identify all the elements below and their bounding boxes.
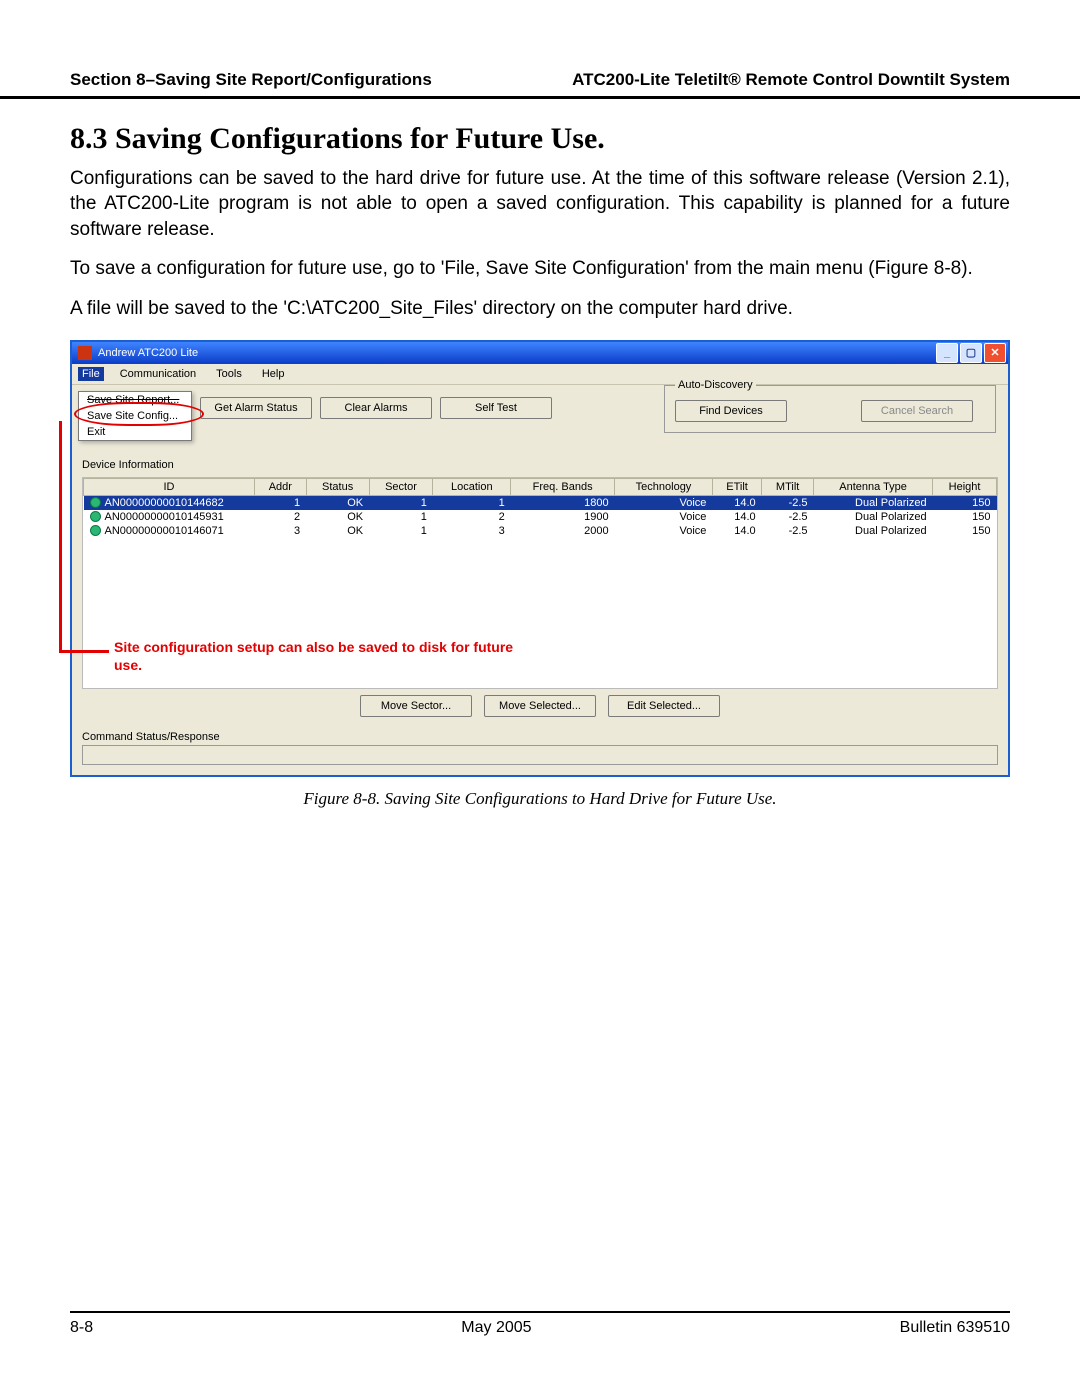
section-body: 8.3 Saving Configurations for Future Use… xyxy=(0,99,1080,322)
clear-alarms-button[interactable]: Clear Alarms xyxy=(320,397,432,419)
page-header-left: Section 8–Saving Site Report/Configurati… xyxy=(70,70,432,90)
section-paragraph-3: A file will be saved to the 'C:\ATC200_S… xyxy=(70,296,1010,322)
file-dropdown: Save Site Report... Save Site Config... … xyxy=(78,391,192,441)
section-heading: 8.3 Saving Configurations for Future Use… xyxy=(70,119,1010,160)
table-header-row: ID Addr Status Sector Location Freq. Ban… xyxy=(84,478,997,495)
menu-item-save-site-report[interactable]: Save Site Report... xyxy=(79,392,191,408)
menu-item-save-site-config[interactable]: Save Site Config... xyxy=(79,408,191,424)
section-paragraph-1: Configurations can be saved to the hard … xyxy=(70,166,1010,243)
command-row: Move Sector... Move Selected... Edit Sel… xyxy=(72,689,1008,731)
figure-caption: Figure 8-8. Saving Site Configurations t… xyxy=(70,789,1010,809)
annotation-horizontal-line xyxy=(59,650,109,653)
self-test-button[interactable]: Self Test xyxy=(440,397,552,419)
col-antenna-type[interactable]: Antenna Type xyxy=(814,478,933,495)
annotation-vertical-line xyxy=(59,421,62,653)
page-header: Section 8–Saving Site Report/Configurati… xyxy=(0,70,1080,99)
toolbar-left: Save Site Report... Save Site Config... … xyxy=(78,391,650,419)
close-button[interactable]: ✕ xyxy=(984,343,1006,363)
col-addr[interactable]: Addr xyxy=(255,478,307,495)
table-row[interactable]: AN000000000101446821OK111800Voice14.0-2.… xyxy=(84,495,997,510)
get-alarm-status-button[interactable]: Get Alarm Status xyxy=(200,397,312,419)
command-status-label: Command Status/Response xyxy=(82,731,998,743)
menu-item-exit[interactable]: Exit xyxy=(79,424,191,440)
col-etilt[interactable]: ETilt xyxy=(712,478,761,495)
cancel-search-button[interactable]: Cancel Search xyxy=(861,400,973,422)
section-paragraph-2: To save a configuration for future use, … xyxy=(70,256,1010,282)
menu-tools[interactable]: Tools xyxy=(212,367,246,381)
auto-discovery-legend: Auto-Discovery xyxy=(675,379,756,391)
titlebar[interactable]: Andrew ATC200 Lite _ ▢ ✕ xyxy=(72,342,1008,364)
find-devices-button[interactable]: Find Devices xyxy=(675,400,787,422)
minimize-button[interactable]: _ xyxy=(936,343,958,363)
col-id[interactable]: ID xyxy=(84,478,255,495)
status-dot-icon xyxy=(90,497,101,508)
command-status-response-bar xyxy=(82,745,998,765)
table-row[interactable]: AN000000000101459312OK121900Voice14.0-2.… xyxy=(84,510,997,524)
app-icon xyxy=(78,346,92,360)
move-selected-button[interactable]: Move Selected... xyxy=(484,695,596,717)
col-height[interactable]: Height xyxy=(933,478,997,495)
footer-bulletin: Bulletin 639510 xyxy=(900,1319,1010,1337)
col-freq[interactable]: Freq. Bands xyxy=(511,478,615,495)
edit-selected-button[interactable]: Edit Selected... xyxy=(608,695,720,717)
col-technology[interactable]: Technology xyxy=(615,478,713,495)
move-sector-button[interactable]: Move Sector... xyxy=(360,695,472,717)
menubar: File Communication Tools Help xyxy=(72,364,1008,385)
col-sector[interactable]: Sector xyxy=(369,478,433,495)
col-mtilt[interactable]: MTilt xyxy=(762,478,814,495)
app-window: Andrew ATC200 Lite _ ▢ ✕ File Communicat… xyxy=(70,340,1010,777)
maximize-button[interactable]: ▢ xyxy=(960,343,982,363)
col-location[interactable]: Location xyxy=(433,478,511,495)
window-title: Andrew ATC200 Lite xyxy=(98,347,198,359)
auto-discovery-group: Auto-Discovery Find Devices Cancel Searc… xyxy=(664,385,996,433)
status-dot-icon xyxy=(90,525,101,536)
page-footer: 8-8 May 2005 Bulletin 639510 xyxy=(70,1311,1010,1337)
menu-file[interactable]: File xyxy=(78,367,104,381)
menu-help[interactable]: Help xyxy=(258,367,289,381)
command-status-group: Command Status/Response xyxy=(72,731,1008,775)
footer-page-number: 8-8 xyxy=(70,1319,93,1337)
menu-communication[interactable]: Communication xyxy=(116,367,200,381)
col-status[interactable]: Status xyxy=(306,478,369,495)
device-information-legend: Device Information xyxy=(82,459,998,471)
page-header-right: ATC200-Lite Teletilt® Remote Control Dow… xyxy=(572,70,1010,90)
annotation-text: Site configuration setup can also be sav… xyxy=(114,638,524,674)
footer-date: May 2005 xyxy=(461,1319,531,1337)
table-row[interactable]: AN000000000101460713OK132000Voice14.0-2.… xyxy=(84,524,997,538)
status-dot-icon xyxy=(90,511,101,522)
